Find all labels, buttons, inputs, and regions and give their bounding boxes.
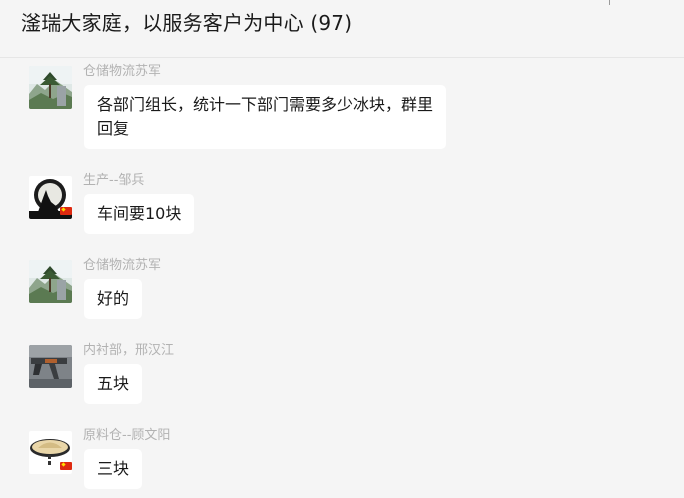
landscape-pine-avatar[interactable] bbox=[29, 66, 72, 109]
landscape-pine-avatar[interactable] bbox=[29, 260, 72, 303]
sender-name: 仓储物流苏军 bbox=[83, 258, 162, 273]
message-bubble[interactable]: 各部门组长，统计一下部门需要多少冰块，群里 回复 bbox=[84, 85, 447, 149]
message-bubble[interactable]: 五块 bbox=[84, 364, 143, 404]
sender-name: 生产--邹兵 bbox=[83, 173, 145, 188]
message-text-line: 好的 bbox=[97, 289, 130, 308]
message-text-line: 回复 bbox=[97, 119, 130, 138]
message-text-line: 车间要10块 bbox=[97, 204, 182, 223]
sender-name: 原料仓--顾文阳 bbox=[83, 428, 171, 443]
chat-title: 滏瑞大家庭，以服务客户为中心 (97) bbox=[21, 11, 353, 35]
message-text-line: 五块 bbox=[97, 374, 130, 393]
message-text-line: 三块 bbox=[97, 459, 130, 478]
message-bubble[interactable]: 车间要10块 bbox=[84, 194, 195, 234]
chat-header: 滏瑞大家庭，以服务客户为中心 (97) bbox=[0, 0, 684, 58]
message-bubble[interactable]: 三块 bbox=[84, 449, 143, 489]
rifle-avatar[interactable] bbox=[29, 345, 72, 388]
china-flag-icon bbox=[60, 207, 72, 215]
message-text-line: 各部门组长，统计一下部门需要多少冰块，群里 bbox=[97, 95, 434, 114]
china-flag-icon bbox=[60, 462, 72, 470]
message-bubble[interactable]: 好的 bbox=[84, 279, 143, 319]
sender-name: 仓储物流苏军 bbox=[83, 64, 162, 79]
sender-name: 内衬部，邢汉江 bbox=[83, 343, 175, 358]
header-divider-tick bbox=[609, 0, 610, 5]
